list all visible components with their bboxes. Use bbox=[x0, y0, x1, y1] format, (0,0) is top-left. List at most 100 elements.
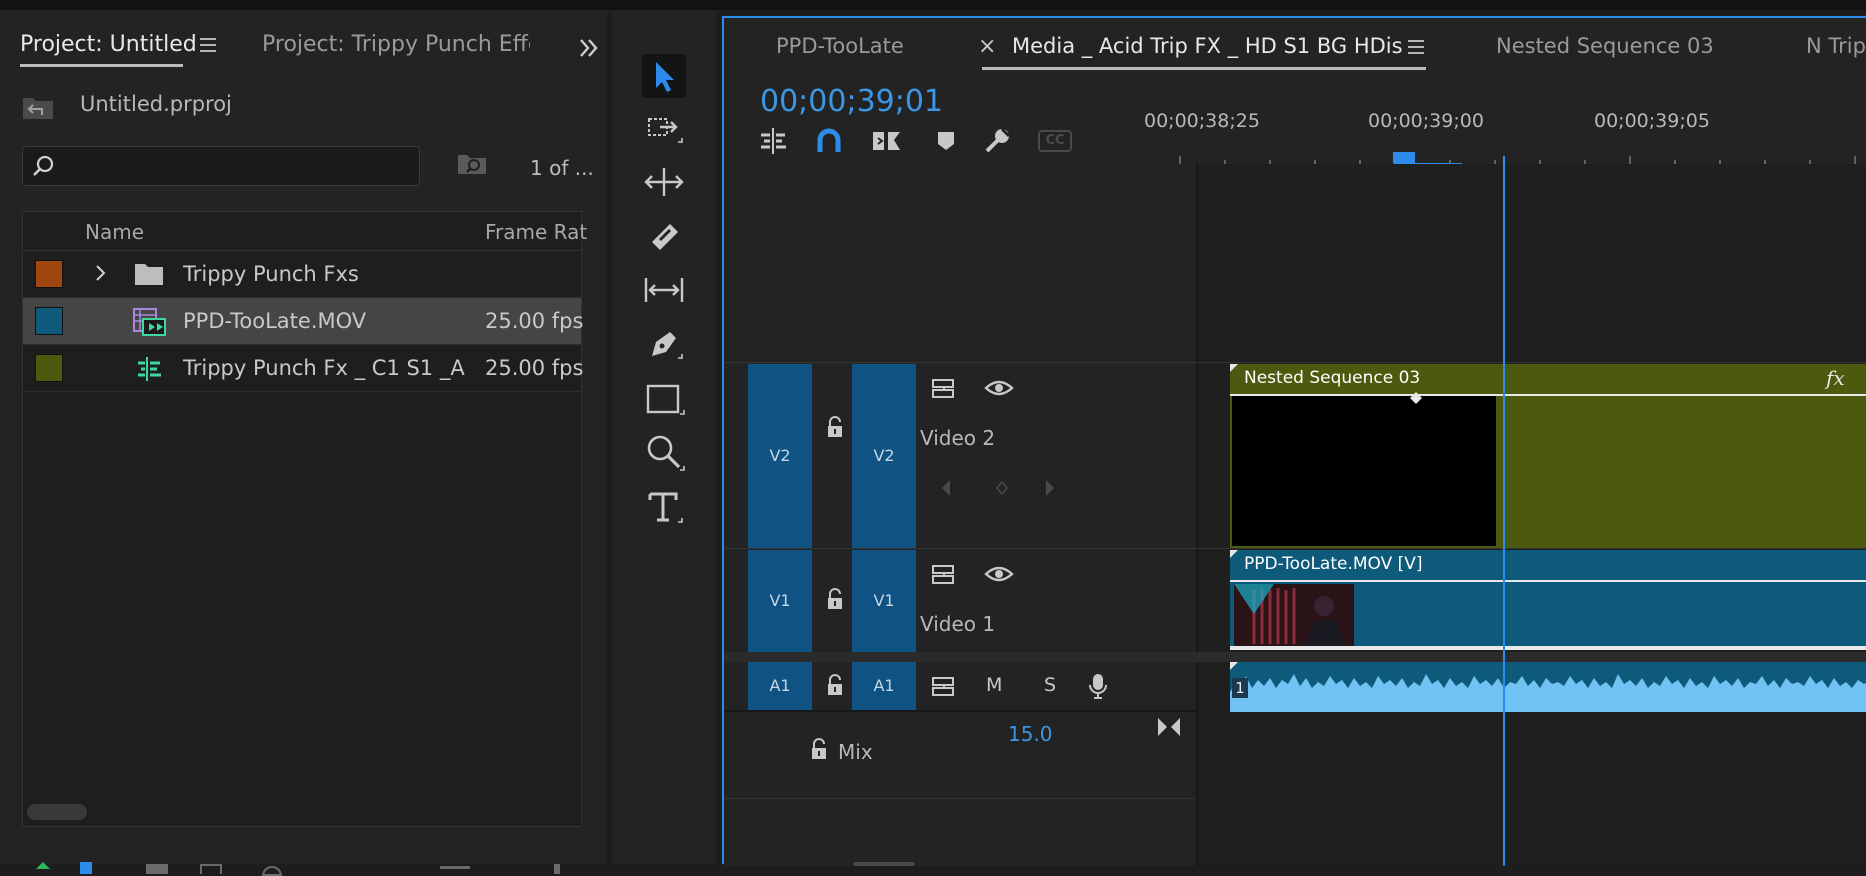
item-name: Trippy Punch Fxs bbox=[183, 262, 359, 286]
item-frame-rate: 25.00 fps bbox=[485, 356, 584, 380]
panel-menu-icon[interactable] bbox=[200, 38, 216, 52]
search-icon bbox=[31, 154, 55, 178]
track-name-video-2: Video 2 bbox=[920, 426, 996, 450]
keyframe-icon[interactable] bbox=[1410, 389, 1422, 404]
search-footer-icon[interactable] bbox=[262, 866, 282, 876]
lock-icon[interactable] bbox=[826, 674, 844, 698]
tab-project-untitled[interactable]: Project: Untitled bbox=[20, 32, 197, 57]
clip-thumbnail bbox=[1234, 584, 1354, 646]
item-count: 1 of ... bbox=[530, 156, 594, 180]
list-item[interactable]: Trippy Punch Fxs bbox=[23, 251, 581, 298]
rectangle-tool[interactable] bbox=[642, 376, 686, 420]
list-item[interactable]: PPD-TooLate.MOV 25.00 fps bbox=[23, 298, 584, 345]
snap-magnet-icon[interactable] bbox=[814, 126, 844, 156]
tab-project-trippy-punch[interactable]: Project: Trippy Punch Effect bbox=[262, 32, 530, 57]
mute-track-button[interactable]: M bbox=[986, 674, 1002, 696]
project-file-name: Untitled.prproj bbox=[80, 92, 232, 116]
tab-media-acid-trip[interactable]: Media _ Acid Trip FX _ HD S1 BG HDis bbox=[1012, 34, 1403, 58]
slip-tool[interactable] bbox=[642, 268, 686, 312]
project-search-input[interactable] bbox=[22, 146, 420, 186]
audio-channel-label: 1 bbox=[1232, 678, 1248, 698]
eye-icon[interactable] bbox=[984, 564, 1014, 584]
new-item-icon[interactable] bbox=[200, 864, 222, 874]
clip-start-corner bbox=[1230, 364, 1238, 372]
chevron-right-icon[interactable] bbox=[93, 263, 109, 283]
nested-sequence-clip[interactable]: Nested Sequence 03 fx bbox=[1230, 364, 1866, 548]
track-target-a1[interactable]: A1 bbox=[852, 662, 916, 710]
playhead-line[interactable] bbox=[1503, 156, 1505, 866]
toggle-sync-lock-icon[interactable] bbox=[930, 562, 958, 586]
video-clip[interactable]: PPD-TooLate.MOV [V] bbox=[1230, 550, 1866, 650]
column-header-frame-rate[interactable]: Frame Rat bbox=[485, 220, 587, 244]
list-item[interactable]: Trippy Punch Fx _ C1 S1 _A 25.00 fps bbox=[23, 345, 584, 392]
up-folder-icon[interactable] bbox=[22, 94, 54, 120]
active-tab-underline bbox=[20, 64, 183, 67]
lock-icon[interactable] bbox=[810, 738, 828, 762]
mix-volume-value[interactable]: 15.0 bbox=[1008, 722, 1053, 746]
item-frame-rate: 25.00 fps bbox=[485, 309, 584, 333]
project-panel: Project: Untitled Project: Trippy Punch … bbox=[0, 10, 607, 876]
label-color-swatch[interactable] bbox=[35, 260, 63, 288]
label-color-swatch[interactable] bbox=[35, 354, 63, 382]
track-name-video-1: Video 1 bbox=[920, 612, 996, 636]
track-select-forward-tool[interactable] bbox=[642, 106, 686, 150]
zoom-tool[interactable] bbox=[642, 430, 686, 474]
close-tab-icon[interactable]: × bbox=[978, 34, 996, 59]
new-bin-icon[interactable] bbox=[146, 864, 168, 874]
audio-waveform bbox=[1230, 662, 1866, 712]
timeline-scrollbar[interactable] bbox=[854, 862, 914, 866]
column-header-name[interactable]: Name bbox=[85, 220, 144, 244]
lock-icon[interactable] bbox=[826, 416, 844, 440]
video-audio-divider[interactable] bbox=[724, 652, 1866, 662]
toggle-sync-lock-icon[interactable] bbox=[930, 376, 958, 400]
fx-badge[interactable]: fx bbox=[1826, 366, 1845, 390]
track-separator bbox=[724, 710, 1196, 712]
audio-clip[interactable]: 1 bbox=[1230, 662, 1866, 712]
folder-icon bbox=[133, 261, 165, 287]
horizontal-scrollbar[interactable] bbox=[27, 804, 87, 820]
eye-icon[interactable] bbox=[984, 378, 1014, 398]
label-color-swatch[interactable] bbox=[35, 307, 63, 335]
app-top-strip bbox=[0, 0, 1866, 10]
track-target-v2[interactable]: V2 bbox=[852, 364, 916, 548]
playhead-timecode[interactable]: 00;00;39;01 bbox=[760, 84, 943, 119]
tab-nested-sequence-03[interactable]: Nested Sequence 03 bbox=[1496, 34, 1714, 58]
clip-start-corner bbox=[1230, 550, 1238, 558]
microphone-icon[interactable] bbox=[1088, 672, 1108, 700]
ripple-edit-tool[interactable] bbox=[642, 160, 686, 204]
track-target-v1[interactable]: V1 bbox=[852, 550, 916, 652]
source-patch-a1[interactable]: A1 bbox=[748, 662, 812, 710]
source-patch-v1[interactable]: V1 bbox=[748, 550, 812, 652]
list-view-icon[interactable] bbox=[34, 856, 52, 869]
razor-tool[interactable] bbox=[642, 214, 686, 258]
source-patch-v2[interactable]: V2 bbox=[748, 364, 812, 548]
ruler-time-label: 00;00;38;25 bbox=[1144, 110, 1260, 132]
opacity-line[interactable] bbox=[1230, 580, 1866, 582]
solo-track-button[interactable]: S bbox=[1044, 674, 1056, 696]
lock-icon[interactable] bbox=[826, 588, 844, 612]
timeline-panel: PPD-TooLate × Media _ Acid Trip FX _ HD … bbox=[722, 16, 1866, 866]
zoom-slider[interactable] bbox=[440, 866, 470, 869]
double-chevron-right-icon[interactable] bbox=[576, 36, 604, 60]
mix-collapse-icon[interactable] bbox=[1156, 714, 1182, 740]
toggle-sync-lock-icon[interactable] bbox=[930, 674, 958, 698]
add-marker-icon[interactable] bbox=[934, 128, 958, 154]
selection-tool[interactable] bbox=[642, 54, 686, 98]
track-separator bbox=[724, 548, 1866, 549]
clip-thumbnail-black bbox=[1232, 396, 1496, 546]
tab-ppd-toolate[interactable]: PPD-TooLate bbox=[776, 34, 904, 58]
list-header: Name Frame Rat bbox=[23, 212, 587, 251]
pen-tool[interactable] bbox=[642, 322, 686, 366]
active-tab-underline bbox=[982, 67, 1426, 70]
captions-icon[interactable]: CC bbox=[1038, 130, 1072, 152]
ruler-time-label: 00;00;39;05 bbox=[1594, 110, 1710, 132]
trash-icon[interactable] bbox=[554, 864, 560, 874]
find-in-bin-icon[interactable] bbox=[456, 150, 488, 178]
tab-n-trip[interactable]: N Trip bbox=[1806, 34, 1866, 58]
wrench-settings-icon[interactable] bbox=[982, 126, 1012, 156]
type-tool[interactable] bbox=[642, 484, 686, 528]
nest-sequence-icon[interactable] bbox=[758, 126, 788, 156]
linked-selection-icon[interactable] bbox=[870, 126, 904, 156]
clip-bottom-edge bbox=[1230, 646, 1866, 650]
panel-menu-icon[interactable] bbox=[1408, 40, 1424, 54]
